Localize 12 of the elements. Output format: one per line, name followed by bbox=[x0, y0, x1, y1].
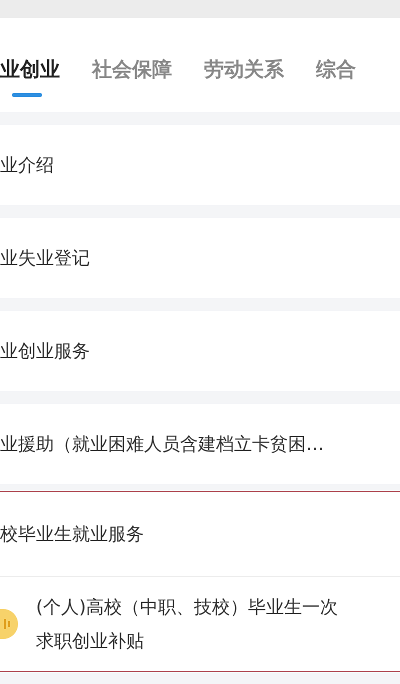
sub-item-text[interactable]: (个人)高校（中职、技校）毕业生一次 bbox=[36, 595, 338, 619]
active-indicator bbox=[12, 93, 42, 97]
list-item[interactable]: 业援助（就业困难人员含建档立卡贫困… bbox=[0, 404, 400, 484]
tab[interactable]: 劳动关系 bbox=[204, 56, 284, 97]
tab[interactable]: 业创业 bbox=[0, 56, 60, 97]
sub-item-text[interactable]: 求职创业补贴 bbox=[36, 629, 338, 653]
group-title[interactable]: 校毕业生就业服务 bbox=[0, 492, 400, 577]
list-item[interactable]: 业介绍 bbox=[0, 125, 400, 205]
tab[interactable]: 社会保障 bbox=[92, 56, 172, 97]
list-item[interactable]: 业创业服务 bbox=[0, 311, 400, 391]
tab[interactable]: 综合 bbox=[316, 56, 356, 97]
list-item[interactable]: 业失业登记 bbox=[0, 218, 400, 298]
